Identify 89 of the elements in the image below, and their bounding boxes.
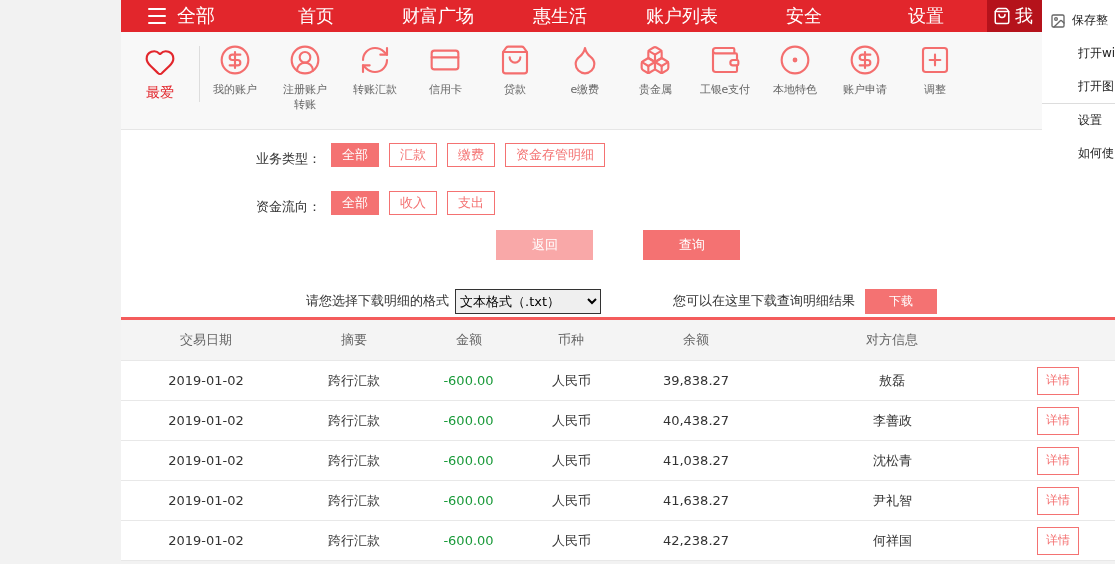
download-prompt: 请您选择下载明细的格式 bbox=[306, 292, 449, 310]
filter-option[interactable]: 全部 bbox=[331, 191, 379, 215]
currency-cell-text: 人民币 bbox=[550, 491, 592, 510]
wallet-icon bbox=[709, 44, 741, 76]
boxes-icon bbox=[639, 44, 671, 76]
amount-cell-text: -600.00 bbox=[442, 413, 495, 428]
summary-cell-text: 跨行汇款 bbox=[326, 531, 381, 550]
shortcut-item[interactable]: 贷款 bbox=[480, 44, 550, 97]
nav-link[interactable]: 首页 bbox=[255, 4, 377, 28]
amount-cell-text: -600.00 bbox=[442, 453, 495, 468]
summary-cell-text: 跨行汇款 bbox=[326, 491, 381, 510]
bag-icon bbox=[993, 7, 1011, 25]
balance-cell-text: 39,838.27 bbox=[661, 373, 731, 388]
context-menu-item[interactable]: 如何使 bbox=[1042, 137, 1115, 170]
context-menu-item[interactable]: 打开图 bbox=[1042, 70, 1115, 103]
image-icon bbox=[1050, 12, 1066, 29]
date-cell-text: 2019-01-02 bbox=[167, 413, 245, 428]
nav-link[interactable]: 财富广场 bbox=[377, 4, 499, 28]
filter-option[interactable]: 收入 bbox=[389, 191, 437, 215]
date-cell-text: 2019-01-02 bbox=[167, 493, 245, 508]
amount-cell-text: -600.00 bbox=[442, 493, 495, 508]
context-menu-item[interactable]: 打开wi bbox=[1042, 37, 1115, 70]
context-menu-item[interactable]: 设置 bbox=[1042, 104, 1115, 137]
details-button[interactable]: 详情 bbox=[1037, 406, 1079, 435]
date-cell-text: 2019-01-02 bbox=[167, 373, 245, 388]
counterparty-cell-text: 尹礼智 bbox=[871, 491, 913, 510]
plus-square-icon bbox=[919, 44, 951, 76]
filter-option[interactable]: 全部 bbox=[331, 143, 379, 167]
column-header: 币种 bbox=[557, 331, 585, 349]
counterparty-cell-text: 李善政 bbox=[871, 411, 913, 430]
download-hint: 您可以在这里下载查询明细结果 bbox=[673, 292, 855, 310]
amount-cell-text: -600.00 bbox=[442, 533, 495, 548]
shortcut-item[interactable]: 贵金属 bbox=[620, 44, 690, 97]
details-button[interactable]: 详情 bbox=[1037, 526, 1079, 555]
all-menu-button[interactable]: 全部 bbox=[121, 3, 255, 29]
balance-cell-text: 40,438.27 bbox=[661, 413, 731, 428]
counterparty-cell-text: 何祥国 bbox=[871, 531, 913, 550]
details-button[interactable]: 详情 bbox=[1037, 486, 1079, 515]
person-circle-icon bbox=[289, 44, 321, 76]
favorites-button[interactable]: 最爱 bbox=[121, 46, 200, 102]
currency-cell-text: 人民币 bbox=[550, 371, 592, 390]
query-button[interactable]: 查询 bbox=[643, 230, 740, 260]
format-select[interactable]: 文本格式（.txt） bbox=[455, 288, 601, 314]
shortcut-item[interactable]: 本地特色 bbox=[760, 44, 830, 97]
balance-cell-text: 41,038.27 bbox=[661, 453, 731, 468]
shortcut-item[interactable]: 账户申请 bbox=[830, 44, 900, 97]
shortcut-item[interactable]: 信用卡 bbox=[410, 44, 480, 97]
filter-option[interactable]: 汇款 bbox=[389, 143, 437, 167]
column-header: 交易日期 bbox=[179, 331, 233, 349]
nav-link[interactable]: 账户列表 bbox=[621, 4, 743, 28]
date-cell-text: 2019-01-02 bbox=[167, 533, 245, 548]
refresh-icon bbox=[359, 44, 391, 76]
summary-cell-text: 跨行汇款 bbox=[326, 411, 381, 430]
details-button[interactable]: 详情 bbox=[1037, 446, 1079, 475]
column-header: 余额 bbox=[682, 331, 710, 349]
shortcut-item[interactable]: e缴费 bbox=[550, 44, 620, 97]
filter-option[interactable]: 缴费 bbox=[447, 143, 495, 167]
column-header: 摘要 bbox=[339, 331, 368, 349]
shortcut-item[interactable]: 我的账户 bbox=[200, 44, 270, 97]
currency-cell-text: 人民币 bbox=[550, 531, 592, 550]
shortcut-item[interactable]: 工银e支付 bbox=[690, 44, 760, 97]
nav-link[interactable]: 设置 bbox=[865, 4, 987, 28]
shortcut-item[interactable]: 转账汇款 bbox=[340, 44, 410, 97]
summary-cell-text: 跨行汇款 bbox=[326, 371, 381, 390]
details-button[interactable]: 详情 bbox=[1037, 366, 1079, 395]
column-header: 金额 bbox=[454, 331, 483, 349]
currency-cell-text: 人民币 bbox=[550, 451, 592, 470]
balance-cell-text: 42,238.27 bbox=[661, 533, 731, 548]
filter-option[interactable]: 支出 bbox=[447, 191, 495, 215]
amount-cell-text: -600.00 bbox=[442, 373, 495, 388]
shortcut-item[interactable]: 调整 bbox=[900, 44, 970, 97]
counterparty-cell-text: 敖磊 bbox=[878, 371, 906, 390]
date-cell-text: 2019-01-02 bbox=[167, 453, 245, 468]
dot-circle-icon bbox=[779, 44, 811, 76]
dollar-circle-icon bbox=[849, 44, 881, 76]
currency-cell-text: 人民币 bbox=[550, 411, 592, 430]
balance-cell-text: 41,638.27 bbox=[661, 493, 731, 508]
download-button[interactable]: 下载 bbox=[865, 288, 937, 314]
filter-label: 业务类型： bbox=[256, 150, 321, 168]
dollar-circle-icon bbox=[219, 44, 251, 76]
shortcut-item[interactable]: 注册账户转账 bbox=[270, 44, 340, 112]
filter-label: 资金流向： bbox=[256, 198, 321, 216]
bag-icon bbox=[499, 44, 531, 76]
filter-option[interactable]: 资金存管明细 bbox=[505, 143, 605, 167]
nav-link[interactable]: 安全 bbox=[743, 4, 865, 28]
nav-link[interactable]: 惠生活 bbox=[499, 4, 621, 28]
summary-cell-text: 跨行汇款 bbox=[326, 451, 381, 470]
counterparty-cell-text: 沈松青 bbox=[871, 451, 913, 470]
column-header: 对方信息 bbox=[865, 331, 919, 349]
